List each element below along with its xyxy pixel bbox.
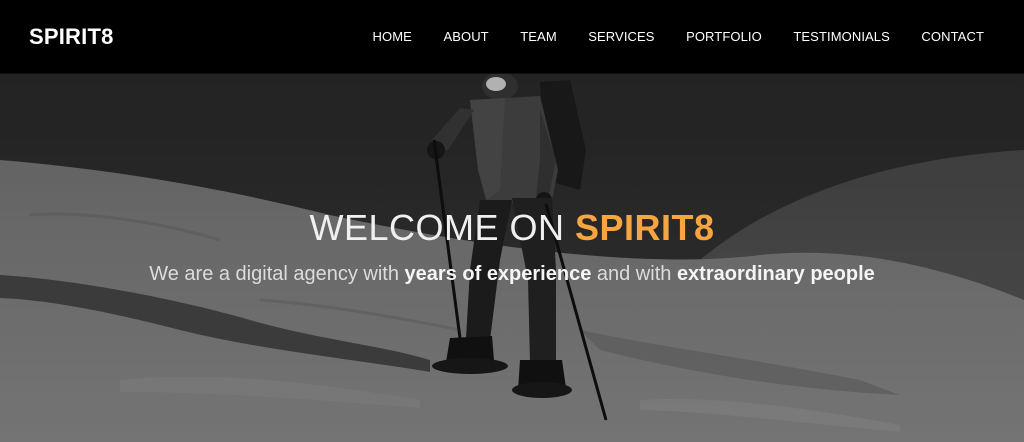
nav-link-contact[interactable]: CONTACT [921,29,984,44]
nav-item-portfolio: PORTFOLIO [655,29,762,44]
hero-subtitle-bold1: years of experience [404,263,592,285]
nav-item-team: TEAM [489,29,557,44]
nav-link-team[interactable]: TEAM [520,29,557,44]
brand-logo[interactable]: SPIRIT8 [29,24,114,50]
nav-item-contact: CONTACT [890,29,984,44]
hero-title: WELCOME ON SPIRIT8 [0,206,1024,250]
nav-item-testimonials: TESTIMONIALS [762,29,890,44]
hero-title-accent: SPIRIT8 [574,207,715,248]
nav-menu: HOME ABOUT TEAM SERVICES PORTFOLIO TESTI… [341,29,984,44]
hero-title-prefix: WELCOME ON [309,207,575,248]
nav-link-home[interactable]: HOME [373,29,412,44]
hero-subtitle: We are a digital agency with years of ex… [0,261,1024,287]
hero-subtitle-part1: We are a digital agency with [149,263,405,285]
nav-link-services[interactable]: SERVICES [588,29,654,44]
navbar: SPIRIT8 HOME ABOUT TEAM SERVICES PORTFOL… [0,0,1024,74]
nav-link-testimonials[interactable]: TESTIMONIALS [793,29,890,44]
nav-link-portfolio[interactable]: PORTFOLIO [686,29,762,44]
nav-link-about[interactable]: ABOUT [443,29,488,44]
nav-item-home: HOME [341,29,412,44]
hero-subtitle-part2: and with [591,263,677,285]
nav-item-about: ABOUT [412,29,489,44]
page: SPIRIT8 HOME ABOUT TEAM SERVICES PORTFOL… [0,0,1024,442]
hero-subtitle-bold2: extraordinary people [676,263,875,285]
nav-item-services: SERVICES [557,29,655,44]
